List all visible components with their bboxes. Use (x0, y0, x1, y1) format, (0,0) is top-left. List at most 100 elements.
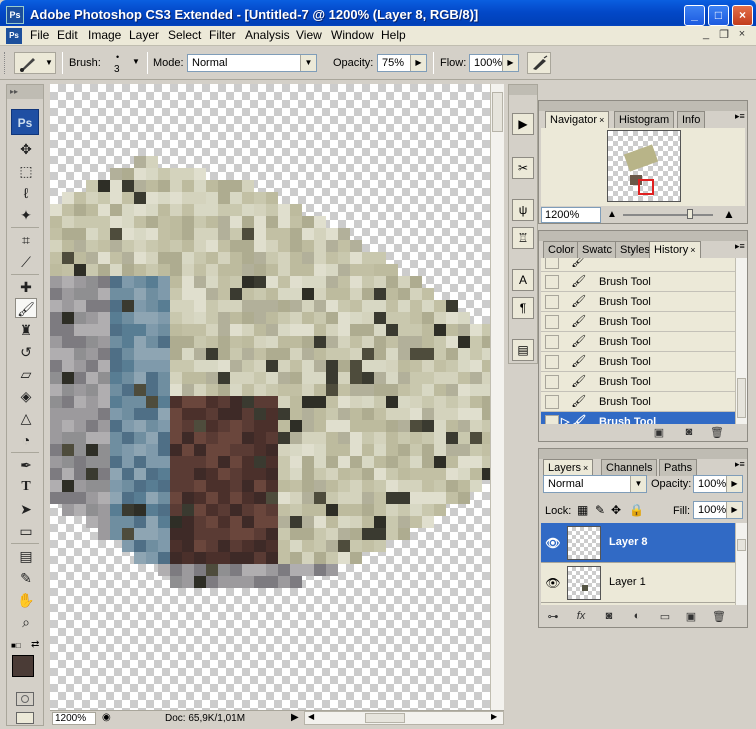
menu-help[interactable]: Help (381, 28, 406, 42)
doc-close-button[interactable]: × (734, 28, 750, 43)
mode-select[interactable]: Normal ▼ (187, 54, 317, 72)
status-menu-arrow-icon[interactable]: ▶ (291, 712, 299, 723)
doc-minimize-button[interactable]: _ (698, 28, 714, 43)
layer-opacity-input[interactable]: 100% ▶ (693, 475, 743, 493)
history-snapshot-box[interactable] (545, 258, 559, 269)
visibility-eye-icon[interactable]: 👁 (545, 576, 561, 590)
options-grip[interactable] (4, 52, 8, 74)
fx-icon[interactable]: fx (573, 610, 589, 622)
vertical-scrollbar[interactable] (490, 84, 504, 710)
tab-swatches[interactable]: Swatc (577, 241, 617, 258)
opacity-input[interactable]: 75% ▶ (377, 54, 427, 72)
notes-tool-icon[interactable]: ▤ (15, 546, 37, 566)
actions-icon[interactable]: ▶ (512, 113, 534, 135)
document-canvas[interactable] (50, 84, 504, 710)
status-info-icon[interactable]: ◉ (102, 712, 111, 723)
healing-brush-icon[interactable]: ✚ (15, 277, 37, 297)
slice-tool-icon[interactable]: ⟋ (15, 252, 37, 272)
history-snapshot-box[interactable] (545, 355, 559, 369)
scroll-right-icon[interactable]: ▶ (491, 712, 497, 721)
history-snapshot-box[interactable] (545, 375, 559, 389)
list-item[interactable]: 🖌 Brush Tool (541, 332, 735, 352)
tab-paths[interactable]: Paths (659, 459, 698, 476)
character-icon[interactable]: A (512, 269, 534, 291)
history-scroll-thumb[interactable] (737, 378, 746, 418)
menu-analysis[interactable]: Analysis (245, 28, 290, 42)
layers-scrollbar[interactable] (735, 523, 747, 605)
view-box[interactable] (638, 179, 654, 195)
screen-mode-icon[interactable] (16, 712, 34, 724)
eyedropper-icon[interactable]: ✎ (15, 568, 37, 588)
list-item[interactable]: 🖌 Brush Tool (541, 392, 735, 412)
tab-histogram[interactable]: Histogram (614, 111, 675, 128)
panel-menu-icon[interactable]: ▸≡ (735, 111, 745, 122)
history-snapshot-box[interactable] (545, 315, 559, 329)
shape-tool-icon[interactable]: ▭ (15, 521, 37, 541)
panel-grip[interactable] (539, 449, 747, 459)
brushes-icon[interactable]: ψ (512, 199, 534, 221)
zoom-out-icon[interactable]: ▲ (607, 209, 617, 220)
group-icon[interactable]: ▭ (657, 610, 673, 623)
layer-row[interactable]: 👁 Layer 8 (541, 523, 735, 563)
fill-input[interactable]: 100% ▶ (693, 501, 743, 519)
magic-wand-icon[interactable]: ✦ (15, 205, 37, 225)
history-snapshot-box[interactable] (545, 295, 559, 309)
lock-position-icon[interactable]: ✥ (611, 503, 621, 517)
horizontal-scroll-thumb[interactable] (365, 713, 405, 723)
maximize-button[interactable]: □ (708, 5, 729, 26)
zoom-in-icon[interactable]: ▲ (723, 207, 735, 221)
history-snapshot-box[interactable] (545, 395, 559, 409)
adjustment-icon[interactable]: ◐ (629, 610, 645, 622)
crop-tool-icon[interactable]: ⌗ (15, 230, 37, 250)
layer-row[interactable] (541, 603, 735, 605)
close-button[interactable]: × (732, 5, 753, 26)
brush-picker[interactable]: • 3 ▼ (104, 52, 144, 75)
tab-navigator[interactable]: Navigator × (545, 111, 610, 128)
marquee-tool-icon[interactable]: ⬚ (15, 161, 37, 181)
trash-icon[interactable]: 🗑 (711, 610, 727, 623)
menu-file[interactable]: File (30, 28, 49, 42)
history-snapshot-box[interactable] (545, 335, 559, 349)
new-document-from-state-icon[interactable]: ▣ (651, 426, 667, 439)
zoom-tool-icon[interactable]: ⌕ (15, 612, 37, 632)
swap-colors-icon[interactable]: ⇄ (31, 639, 39, 650)
list-item[interactable]: 🖌 Brush Tool (541, 312, 735, 332)
flow-input[interactable]: 100% ▶ (469, 54, 519, 72)
list-item[interactable]: 🖌 Brush Tool (541, 272, 735, 292)
visibility-eye-icon[interactable]: 👁 (545, 536, 561, 550)
panel-menu-icon[interactable]: ▸≡ (735, 241, 745, 252)
menu-layer[interactable]: Layer (129, 28, 159, 42)
document-icon[interactable]: Ps (6, 28, 22, 44)
list-item[interactable]: 🖌 Brush Tool (541, 292, 735, 312)
eraser-icon[interactable]: ▱ (15, 364, 37, 384)
minimize-button[interactable]: _ (684, 5, 705, 26)
menu-edit[interactable]: Edit (57, 28, 78, 42)
lock-all-icon[interactable]: 🔒 (629, 503, 644, 517)
zoom-slider[interactable] (623, 214, 713, 216)
vertical-scroll-thumb[interactable] (492, 92, 503, 132)
close-icon[interactable]: × (583, 463, 588, 473)
airbrush-button[interactable] (527, 52, 551, 74)
quick-mask-icon[interactable] (16, 692, 34, 706)
doc-restore-button[interactable]: ❐ (716, 28, 732, 43)
dock-grip[interactable] (509, 85, 537, 95)
layers-scroll-thumb[interactable] (737, 539, 746, 551)
zoom-level[interactable]: 1200% (55, 713, 86, 724)
navigator-zoom-input[interactable]: 1200% (541, 207, 601, 223)
list-item[interactable]: 🖌 Brush Tool (541, 372, 735, 392)
close-icon[interactable]: × (690, 245, 695, 255)
history-snapshot-box[interactable] (545, 415, 559, 424)
history-snapshot-box[interactable] (545, 275, 559, 289)
new-snapshot-icon[interactable]: ◙ (681, 426, 697, 438)
type-tool-icon[interactable]: T (15, 477, 37, 497)
pen-tool-icon[interactable]: ✒ (15, 455, 37, 475)
move-tool-icon[interactable]: ✥ (15, 139, 37, 159)
history-brush-icon[interactable]: ↺ (15, 342, 37, 362)
lock-pixels-icon[interactable]: ✎ (595, 503, 605, 517)
navigator-thumbnail[interactable] (607, 130, 681, 202)
blur-tool-icon[interactable]: △ (15, 408, 37, 428)
foreground-color-swatch[interactable] (12, 655, 34, 677)
clone-source-icon[interactable]: ♖ (512, 227, 534, 249)
close-icon[interactable]: × (599, 115, 604, 125)
scroll-left-icon[interactable]: ◀ (308, 712, 314, 721)
